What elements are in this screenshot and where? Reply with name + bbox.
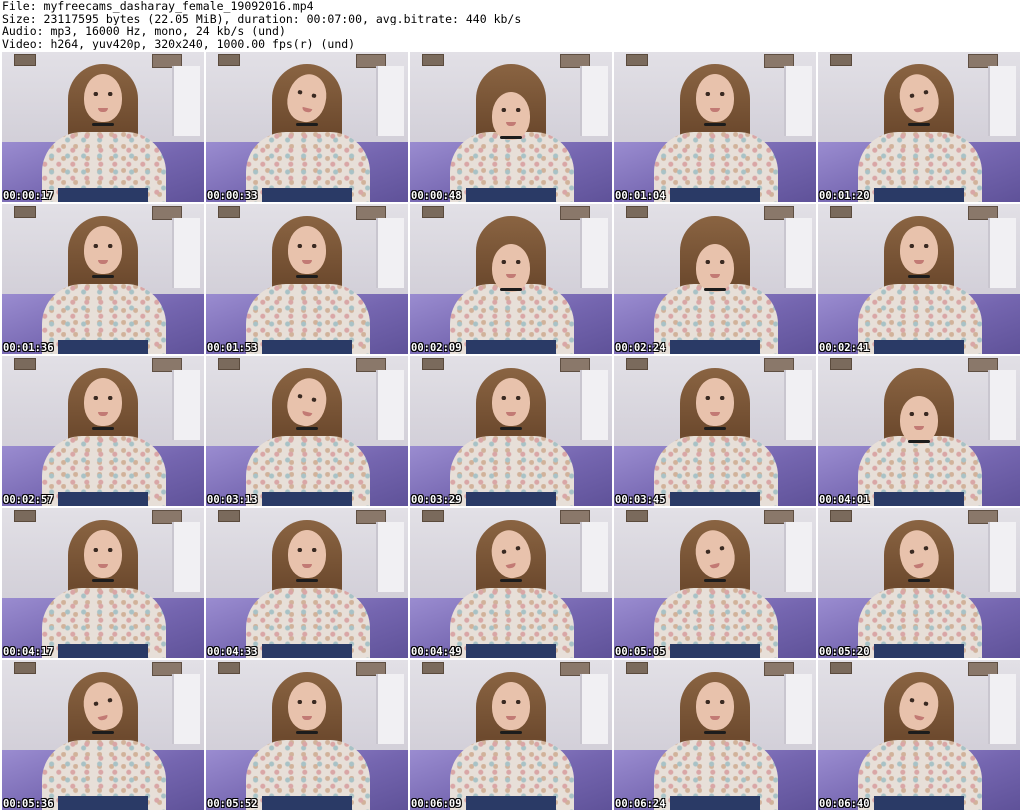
video-thumbnail[interactable]: 00:02:09 (410, 204, 612, 354)
thumbnail-timestamp: 00:02:57 (3, 494, 54, 506)
thumbnail-timestamp: 00:02:09 (411, 342, 462, 354)
video-thumbnail[interactable]: 00:06:09 (410, 660, 612, 810)
thumbnail-timestamp: 00:01:20 (819, 190, 870, 202)
thumbnail-timestamp: 00:03:13 (207, 494, 258, 506)
thumbnail-timestamp: 00:01:36 (3, 342, 54, 354)
video-thumbnail[interactable]: 00:03:29 (410, 356, 612, 506)
thumbnail-timestamp: 00:01:04 (615, 190, 666, 202)
thumbnail-timestamp: 00:06:24 (615, 798, 666, 810)
thumbnail-timestamp: 00:04:01 (819, 494, 870, 506)
video-thumbnail[interactable]: 00:02:24 (614, 204, 816, 354)
file-size-line: Size: 23117595 bytes (22.05 MiB), durati… (2, 12, 522, 25)
file-name-line: File: myfreecams_dasharay_female_1909201… (2, 0, 314, 13)
thumbnail-timestamp: 00:06:40 (819, 798, 870, 810)
video-thumbnail[interactable]: 00:04:17 (2, 508, 204, 658)
video-thumbnail[interactable]: 00:06:40 (818, 660, 1020, 810)
thumbnail-timestamp: 00:06:09 (411, 798, 462, 810)
file-info-header: File: myfreecams_dasharay_female_1909201… (0, 0, 1024, 52)
video-thumbnail[interactable]: 00:01:36 (2, 204, 204, 354)
thumbnail-timestamp: 00:01:53 (207, 342, 258, 354)
video-thumbnail[interactable]: 00:01:20 (818, 52, 1020, 202)
video-thumbnail[interactable]: 00:05:05 (614, 508, 816, 658)
video-thumbnail[interactable]: 00:04:33 (206, 508, 408, 658)
video-thumbnail[interactable]: 00:00:48 (410, 52, 612, 202)
video-thumbnail[interactable]: 00:03:45 (614, 356, 816, 506)
thumbnail-timestamp: 00:04:17 (3, 646, 54, 658)
video-thumbnail[interactable]: 00:03:13 (206, 356, 408, 506)
video-thumbnail[interactable]: 00:06:24 (614, 660, 816, 810)
video-thumbnail[interactable]: 00:00:33 (206, 52, 408, 202)
video-thumbnail[interactable]: 00:01:04 (614, 52, 816, 202)
thumbnail-timestamp: 00:00:33 (207, 190, 258, 202)
thumbnail-timestamp: 00:02:41 (819, 342, 870, 354)
video-thumbnail[interactable]: 00:05:20 (818, 508, 1020, 658)
video-info-line: Video: h264, yuv420p, 320x240, 1000.00 f… (2, 37, 356, 50)
video-thumbnail[interactable]: 00:00:17 (2, 52, 204, 202)
video-thumbnail[interactable]: 00:02:41 (818, 204, 1020, 354)
thumbnail-timestamp: 00:05:05 (615, 646, 666, 658)
video-thumbnail[interactable]: 00:05:52 (206, 660, 408, 810)
video-thumbnail[interactable]: 00:05:36 (2, 660, 204, 810)
thumbnail-timestamp: 00:05:52 (207, 798, 258, 810)
video-thumbnail[interactable]: 00:02:57 (2, 356, 204, 506)
thumbnail-timestamp: 00:03:29 (411, 494, 462, 506)
thumbnail-grid: 00:00:17 00:00:33 00:00:48 00:01:04 00:0… (2, 52, 1020, 810)
thumbnail-timestamp: 00:05:36 (3, 798, 54, 810)
video-thumbnail[interactable]: 00:04:01 (818, 356, 1020, 506)
video-thumbnail[interactable]: 00:04:49 (410, 508, 612, 658)
video-thumbnail[interactable]: 00:01:53 (206, 204, 408, 354)
audio-info-line: Audio: mp3, 16000 Hz, mono, 24 kb/s (und… (2, 25, 286, 38)
thumbnail-timestamp: 00:04:33 (207, 646, 258, 658)
thumbnail-timestamp: 00:00:48 (411, 190, 462, 202)
thumbnail-timestamp: 00:05:20 (819, 646, 870, 658)
thumbnail-timestamp: 00:00:17 (3, 190, 54, 202)
thumbnail-timestamp: 00:04:49 (411, 646, 462, 658)
thumbnail-timestamp: 00:02:24 (615, 342, 666, 354)
thumbnail-timestamp: 00:03:45 (615, 494, 666, 506)
